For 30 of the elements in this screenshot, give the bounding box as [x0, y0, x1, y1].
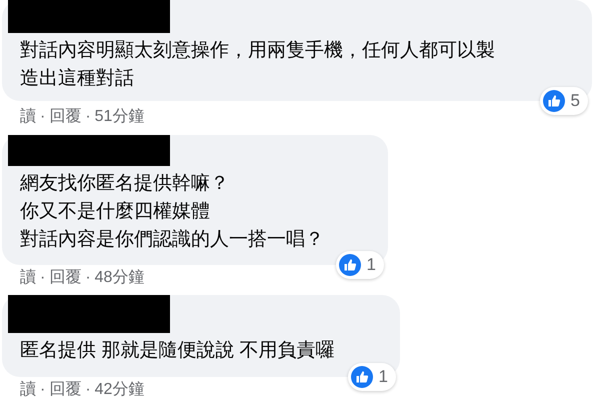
separator-dot: · [40, 380, 46, 400]
like-icon [338, 254, 361, 276]
comment-text-line: 對話內容明顯太刻意操作，用兩隻手機，任何人都可以製 [20, 39, 495, 63]
like-icon [350, 366, 373, 388]
meta-link[interactable]: 回覆 [49, 380, 82, 400]
comment-text-line: 你又不是什麼四權媒體 [20, 200, 210, 224]
like-icon [542, 90, 565, 112]
separator-dot: · [40, 268, 46, 288]
reaction-count: 1 [378, 366, 388, 388]
timestamp[interactable]: 51分鐘 [94, 107, 144, 127]
timestamp[interactable]: 48分鐘 [94, 268, 144, 288]
meta-link[interactable]: 回覆 [49, 107, 82, 127]
meta-link[interactable]: 回覆 [49, 268, 82, 288]
comment-text-line: 對話內容是你們認識的人一搭一唱？ [20, 228, 324, 252]
comment-text-line: 造出這種對話 [20, 67, 134, 91]
separator-dot: · [40, 107, 46, 127]
reaction-badge[interactable]: 1 [336, 251, 384, 279]
timestamp[interactable]: 42分鐘 [94, 380, 144, 400]
reaction-count: 1 [366, 254, 376, 276]
separator-dot: · [85, 107, 91, 127]
reaction-badge[interactable]: 1 [348, 363, 396, 391]
meta-link[interactable]: 讀 [20, 268, 36, 288]
meta-link[interactable]: 讀 [20, 380, 36, 400]
reaction-badge[interactable]: 5 [540, 87, 588, 115]
separator-dot: · [85, 268, 91, 288]
meta-link[interactable]: 讀 [20, 107, 36, 127]
separator-dot: · [85, 380, 91, 400]
reaction-count: 5 [570, 90, 580, 112]
comment-text-line: 匿名提供 那就是隨便說說 不用負責囉 [20, 339, 335, 363]
comment-text-line: 網友找你匿名提供幹嘛？ [20, 172, 229, 196]
